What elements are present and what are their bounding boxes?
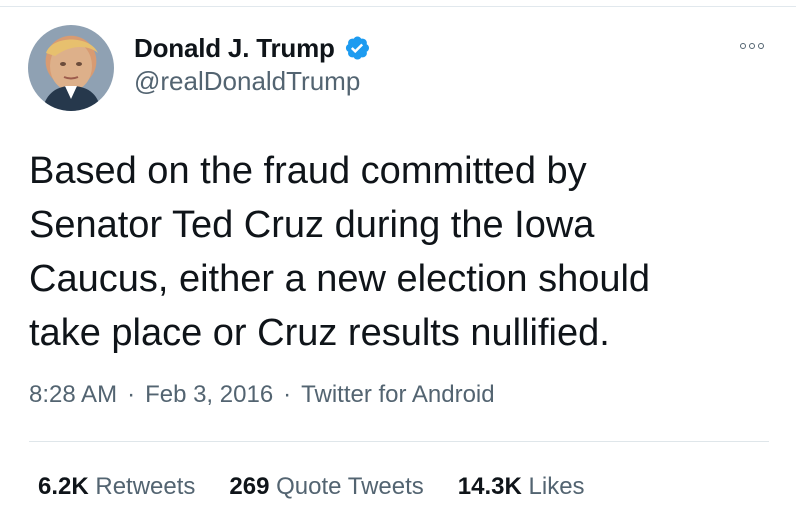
more-options-icon bbox=[749, 43, 755, 49]
retweets-count: 6.2K bbox=[38, 473, 89, 500]
retweets-label: Retweets bbox=[95, 473, 196, 500]
avatar[interactable] bbox=[28, 25, 114, 111]
more-options-icon bbox=[740, 43, 746, 49]
quote-tweets-label: Quote Tweets bbox=[276, 473, 424, 500]
tweet-time[interactable]: 8:28 AM bbox=[29, 381, 117, 409]
likes-label: Likes bbox=[528, 473, 585, 500]
tweet-metadata: 8:28 AM · Feb 3, 2016 · Twitter for Andr… bbox=[29, 381, 495, 409]
more-options-button[interactable] bbox=[734, 34, 770, 58]
tweet-source[interactable]: Twitter for Android bbox=[301, 381, 494, 409]
tweet-date[interactable]: Feb 3, 2016 bbox=[145, 381, 273, 409]
meta-separator: · bbox=[283, 381, 292, 408]
avatar-image bbox=[42, 39, 101, 111]
quote-tweets-stat[interactable]: 269 Quote Tweets bbox=[229, 473, 423, 501]
retweets-stat[interactable]: 6.2K Retweets bbox=[38, 473, 195, 501]
likes-count: 14.3K bbox=[457, 473, 522, 500]
stats-divider bbox=[29, 441, 769, 442]
meta-separator: · bbox=[127, 381, 136, 408]
tweet-stats: 6.2K Retweets 269 Quote Tweets 14.3K Lik… bbox=[38, 473, 585, 501]
user-handle[interactable]: @realDonaldTrump bbox=[134, 66, 360, 97]
user-name-row: Donald J. Trump bbox=[134, 31, 371, 65]
display-name[interactable]: Donald J. Trump bbox=[134, 33, 335, 64]
quote-tweets-count: 269 bbox=[229, 473, 270, 500]
likes-stat[interactable]: 14.3K Likes bbox=[458, 473, 585, 501]
verified-badge-icon bbox=[345, 36, 369, 60]
top-divider bbox=[0, 6, 796, 7]
tweet-text: Based on the fraud committed by Senator … bbox=[29, 150, 651, 354]
more-options-icon bbox=[758, 43, 764, 49]
